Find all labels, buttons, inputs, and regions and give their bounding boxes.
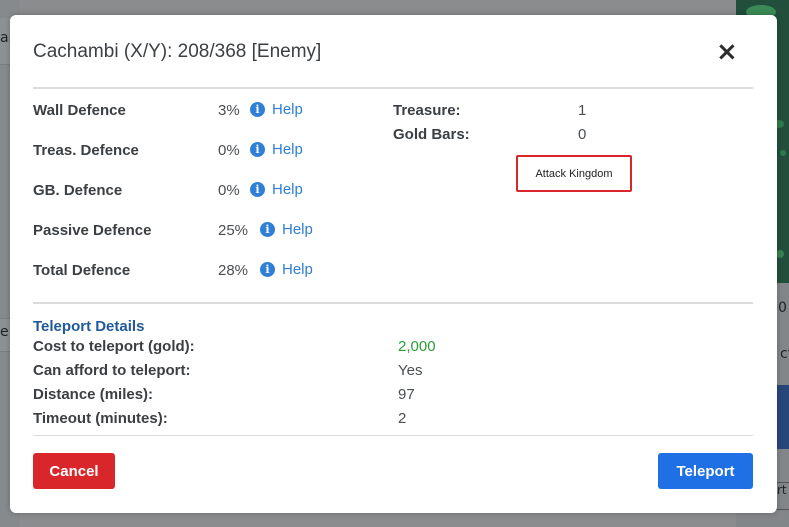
distance-label: Distance (miles):: [33, 386, 154, 403]
cancel-button[interactable]: Cancel: [33, 453, 115, 489]
attack-kingdom-button[interactable]: Attack Kingdom: [516, 155, 632, 192]
info-icon: i: [260, 262, 275, 277]
help-label: Help: [282, 261, 313, 278]
info-icon: i: [260, 222, 275, 237]
modal-title: Cachambi (X/Y): 208/368 [Enemy]: [33, 41, 322, 62]
gb-defence-label: GB. Defence: [33, 182, 123, 199]
info-icon: i: [250, 142, 265, 157]
timeout-value: 2: [398, 410, 407, 427]
gb-defence-help-link[interactable]: i Help: [250, 181, 303, 198]
gold-bars-value: 0: [578, 126, 587, 143]
treas-defence-help-link[interactable]: i Help: [250, 141, 303, 158]
close-icon[interactable]: ×: [716, 39, 738, 65]
background-left-text: e: [0, 324, 9, 340]
cost-label: Cost to teleport (gold):: [33, 338, 195, 355]
passive-defence-label: Passive Defence: [33, 222, 152, 239]
treasure-value: 1: [578, 102, 587, 119]
help-label: Help: [272, 141, 303, 158]
wall-defence-help-link[interactable]: i Help: [250, 101, 303, 118]
treas-defence-label: Treas. Defence: [33, 142, 139, 159]
background-right-text: ct: [780, 346, 789, 362]
gold-bars-label: Gold Bars:: [393, 126, 470, 143]
treasure-label: Treasure:: [393, 102, 461, 119]
header-divider: [33, 87, 753, 89]
footer-divider: [33, 435, 753, 436]
wall-defence-label: Wall Defence: [33, 102, 126, 119]
background-right-text: 0: [778, 300, 787, 316]
teleport-details-heading: Teleport Details: [33, 318, 145, 335]
section-divider: [33, 302, 753, 304]
teleport-modal: Cachambi (X/Y): 208/368 [Enemy] × Wall D…: [10, 15, 777, 513]
info-icon: i: [250, 182, 265, 197]
afford-label: Can afford to teleport:: [33, 362, 191, 379]
gb-defence-value: 0%: [218, 182, 240, 199]
help-label: Help: [272, 101, 303, 118]
info-icon: i: [250, 102, 265, 117]
passive-defence-help-link[interactable]: i Help: [260, 221, 313, 238]
total-defence-value: 28%: [218, 262, 249, 279]
afford-value: Yes: [398, 362, 423, 379]
background-right-info-box: [775, 385, 789, 449]
help-label: Help: [272, 181, 303, 198]
background-right-button: rt: [776, 482, 789, 510]
treas-defence-value: 0%: [218, 142, 240, 159]
passive-defence-value: 25%: [218, 222, 249, 239]
timeout-label: Timeout (minutes):: [33, 410, 168, 427]
total-defence-label: Total Defence: [33, 262, 131, 279]
map-feature: [780, 150, 786, 156]
cost-value: 2,000: [398, 338, 436, 355]
help-label: Help: [282, 221, 313, 238]
distance-value: 97: [398, 386, 415, 403]
total-defence-help-link[interactable]: i Help: [260, 261, 313, 278]
wall-defence-value: 3%: [218, 102, 240, 119]
map-feature: [776, 250, 784, 258]
teleport-button[interactable]: Teleport: [658, 453, 753, 489]
